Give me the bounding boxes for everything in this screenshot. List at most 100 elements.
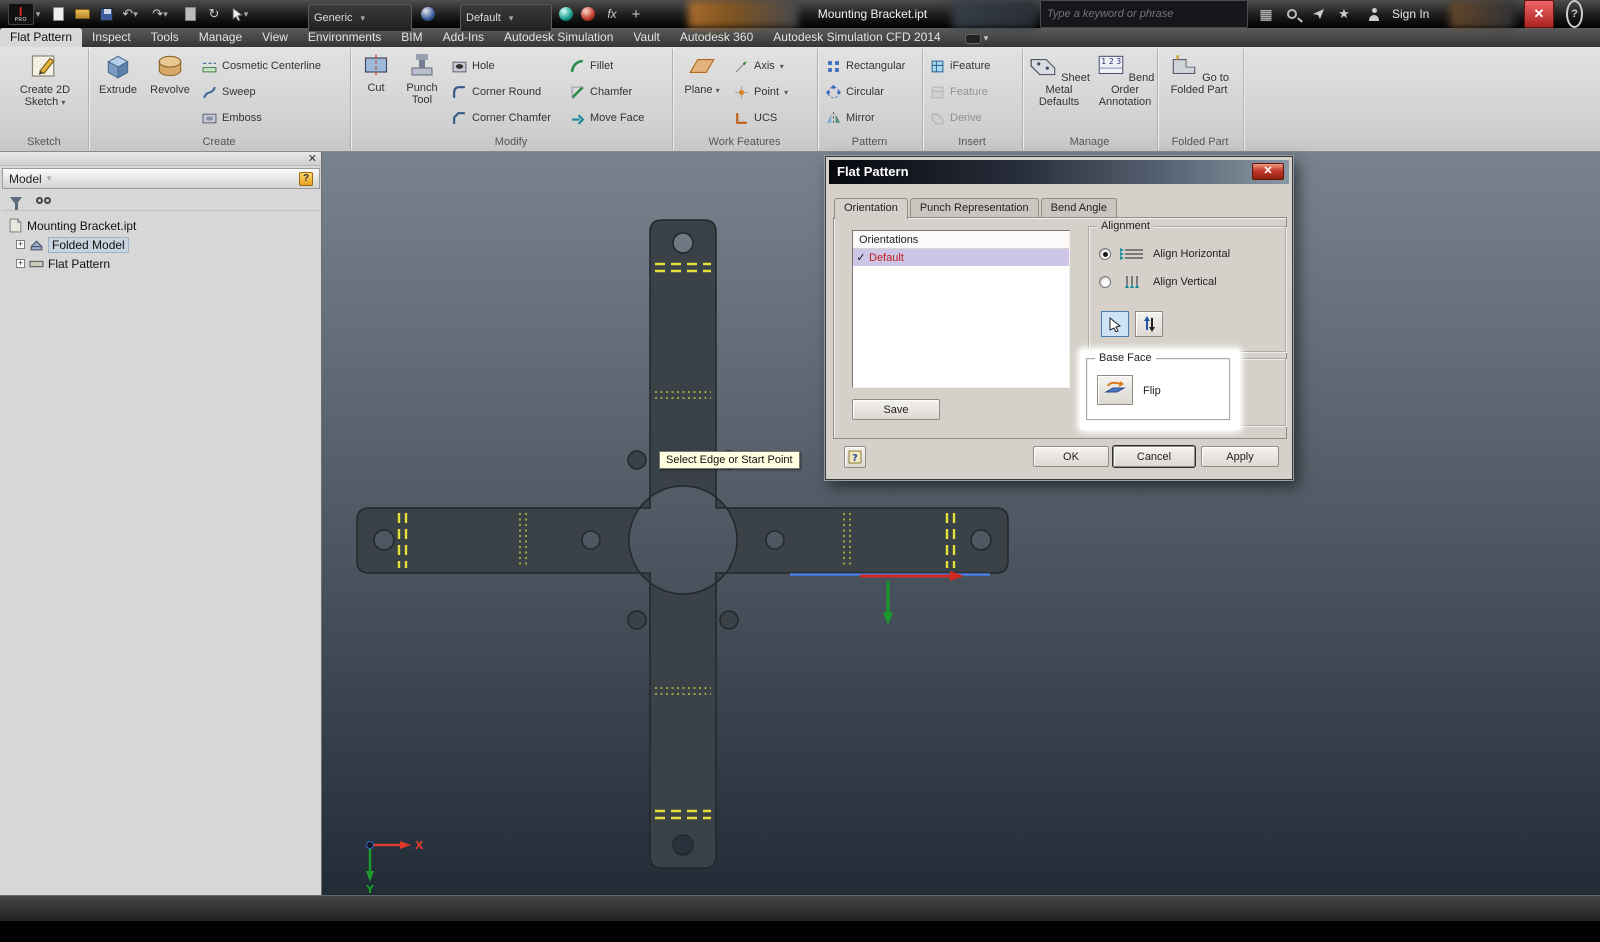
tree-item-flat-pattern[interactable]: + Flat Pattern bbox=[2, 254, 320, 273]
bend-order-annotation-button[interactable]: 123 Bend Order Annotation bbox=[1094, 51, 1156, 133]
circular-pattern-button[interactable]: Circular bbox=[826, 81, 918, 103]
window-close-button[interactable]: ✕ bbox=[1524, 0, 1554, 28]
dialog-tab-orientation[interactable]: Orientation bbox=[834, 198, 908, 219]
account-person-icon[interactable] bbox=[1364, 4, 1384, 24]
cursor-icon bbox=[1109, 316, 1121, 332]
select-edge-tool-button[interactable] bbox=[1101, 311, 1129, 337]
ribbon-tab-autodesk-simulation-cfd[interactable]: Autodesk Simulation CFD 2014 bbox=[763, 28, 950, 47]
plane-button[interactable]: Plane ▾ bbox=[678, 51, 726, 133]
print-button[interactable] bbox=[180, 4, 200, 24]
sweep-button[interactable]: Sweep bbox=[202, 81, 348, 103]
orientations-listbox[interactable]: Orientations ✓ Default bbox=[852, 230, 1070, 388]
new-file-button[interactable] bbox=[48, 4, 68, 24]
application-menu-button[interactable]: I PRO ▾ bbox=[2, 0, 46, 28]
appearance-combo[interactable]: Default ▾ bbox=[460, 4, 552, 32]
dialog-titlebar[interactable]: Flat Pattern bbox=[829, 160, 1289, 184]
help-search-field[interactable] bbox=[1040, 0, 1248, 28]
ribbon-tab-flat-pattern[interactable]: Flat Pattern bbox=[0, 28, 83, 47]
tree-item-folded-model[interactable]: + Folded Model bbox=[2, 235, 320, 254]
dialog-tab-bend-angle[interactable]: Bend Angle bbox=[1040, 198, 1117, 217]
customize-plus-button[interactable]: + bbox=[626, 4, 646, 24]
move-face-button[interactable]: Move Face bbox=[570, 107, 668, 129]
radio-selected-icon[interactable] bbox=[1099, 248, 1111, 260]
redo-button[interactable]: ↷ ▾ bbox=[150, 4, 170, 24]
flat-pattern-dialog[interactable]: Flat Pattern ✕ Orientation Punch Represe… bbox=[825, 156, 1293, 480]
browser-grip[interactable]: ✕ bbox=[0, 152, 321, 166]
sheet-metal-defaults-button[interactable]: Sheet Metal Defaults bbox=[1028, 51, 1090, 133]
panels-icon[interactable]: ▦ bbox=[1256, 4, 1276, 24]
fillet-button[interactable]: Fillet bbox=[570, 55, 668, 77]
ok-button[interactable]: OK bbox=[1033, 446, 1109, 467]
browser-close-icon[interactable]: ✕ bbox=[308, 152, 317, 165]
corner-chamfer-button[interactable]: Corner Chamfer bbox=[452, 107, 564, 129]
sign-in-button[interactable]: Sign In bbox=[1392, 0, 1429, 28]
expand-plus-icon[interactable]: + bbox=[16, 259, 25, 268]
corner-round-button[interactable]: Corner Round bbox=[452, 81, 564, 103]
cosmetic-centerline-button[interactable]: Cosmetic Centerline bbox=[202, 55, 348, 77]
parameters-fx-button[interactable]: fx bbox=[602, 4, 622, 24]
save-button[interactable] bbox=[96, 4, 116, 24]
dialog-tab-punch-representation[interactable]: Punch Representation bbox=[909, 198, 1039, 217]
create-2d-sketch-button[interactable]: Create 2D Sketch ▾ bbox=[12, 51, 78, 133]
filter-funnel-icon[interactable] bbox=[10, 196, 22, 210]
help-button[interactable]: ? bbox=[1566, 0, 1583, 28]
radio-unselected-icon[interactable] bbox=[1099, 276, 1111, 288]
browser-help-icon[interactable]: ? bbox=[299, 171, 313, 186]
ucs-button[interactable]: UCS bbox=[734, 107, 812, 129]
extrude-button[interactable]: Extrude bbox=[94, 51, 142, 133]
ribbon-tab-tools[interactable]: Tools bbox=[141, 28, 189, 47]
ribbon-tab-inspect[interactable]: Inspect bbox=[82, 28, 141, 47]
ribbon-tab-view[interactable]: View bbox=[252, 28, 298, 47]
help-icon: ? bbox=[848, 450, 862, 464]
tree-item-part-root[interactable]: Mounting Bracket.ipt bbox=[2, 216, 320, 235]
favorites-star-icon[interactable]: ★ bbox=[1334, 4, 1354, 24]
search-input[interactable] bbox=[1047, 8, 1241, 20]
dialog-help-button[interactable]: ? bbox=[844, 446, 866, 468]
base-face-flip-icon bbox=[1104, 381, 1126, 393]
ifeature-button[interactable]: iFeature bbox=[930, 55, 1018, 77]
button-label: iFeature bbox=[950, 60, 991, 72]
expand-plus-icon[interactable]: + bbox=[16, 240, 25, 249]
emboss-button[interactable]: Emboss bbox=[202, 107, 348, 129]
bottom-black-band bbox=[0, 921, 1600, 942]
hole-button[interactable]: Hole bbox=[452, 55, 564, 77]
browser-header[interactable]: Model ▾ ? bbox=[2, 168, 320, 189]
chamfer-icon bbox=[570, 85, 585, 100]
search-icon[interactable] bbox=[1282, 4, 1302, 24]
orientation-item-default[interactable]: ✓ Default bbox=[853, 249, 1069, 266]
axis-button[interactable]: Axis ▾ bbox=[734, 55, 812, 77]
align-horizontal-option[interactable]: Align Horizontal bbox=[1099, 247, 1230, 261]
apply-button[interactable]: Apply bbox=[1201, 446, 1279, 467]
reorient-tool-button[interactable] bbox=[1135, 311, 1163, 337]
update-button[interactable]: ↻ bbox=[204, 4, 224, 24]
material-combo[interactable]: Generic ▾ bbox=[308, 4, 412, 32]
cancel-button[interactable]: Cancel bbox=[1113, 446, 1195, 467]
ribbon-tab-vault[interactable]: Vault bbox=[623, 28, 669, 47]
dialog-close-button[interactable]: ✕ bbox=[1252, 163, 1284, 180]
panel-label-sketch: Sketch bbox=[27, 136, 61, 148]
save-button[interactable]: Save bbox=[852, 399, 940, 420]
select-tool-button[interactable]: ▾ bbox=[230, 4, 250, 24]
svg-text:3: 3 bbox=[1116, 57, 1121, 66]
undo-button[interactable]: ↶ ▾ bbox=[120, 4, 140, 24]
cut-button[interactable]: Cut bbox=[356, 51, 396, 133]
open-folder-icon bbox=[74, 9, 90, 19]
ribbon-tab-autodesk-360[interactable]: Autodesk 360 bbox=[670, 28, 763, 47]
sheet-metal-defaults-icon bbox=[1028, 59, 1061, 84]
mirror-button[interactable]: Mirror bbox=[826, 107, 918, 129]
chamfer-button[interactable]: Chamfer bbox=[570, 81, 668, 103]
button-label: Circular bbox=[846, 86, 884, 98]
ribbon-tab-manage[interactable]: Manage bbox=[189, 28, 252, 47]
punch-tool-button[interactable]: Punch Tool bbox=[398, 51, 446, 133]
revolve-button[interactable]: Revolve bbox=[146, 51, 194, 133]
rectangular-pattern-button[interactable]: Rectangular bbox=[826, 55, 918, 77]
point-button[interactable]: Point ▾ bbox=[734, 81, 812, 103]
ribbon-overflow-button[interactable]: ▾ bbox=[964, 33, 988, 47]
go-to-folded-part-button[interactable]: Go to Folded Part bbox=[1164, 51, 1234, 133]
base-face-button[interactable] bbox=[1097, 375, 1133, 405]
align-vertical-option[interactable]: Align Vertical bbox=[1099, 275, 1217, 289]
button-label: Sweep bbox=[222, 86, 256, 98]
open-file-button[interactable] bbox=[72, 4, 92, 24]
send-icon[interactable] bbox=[1308, 4, 1328, 24]
find-binoculars-icon[interactable] bbox=[36, 197, 51, 204]
